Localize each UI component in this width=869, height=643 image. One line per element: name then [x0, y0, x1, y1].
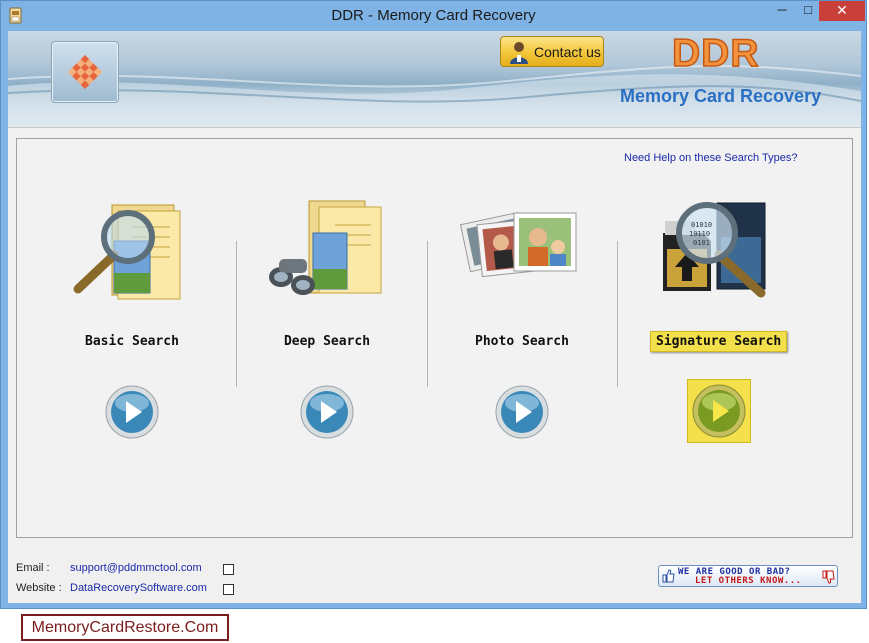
minimize-button[interactable]: ─: [769, 1, 795, 21]
title-bar[interactable]: DDR - Memory Card Recovery ─ □ ✕: [1, 1, 866, 31]
logo-button[interactable]: [51, 41, 119, 103]
magnifier-folder-icon: [73, 204, 181, 300]
photo-search-play-button[interactable]: [495, 385, 549, 439]
svg-text:0101: 0101: [693, 239, 710, 247]
basic-search-play-button[interactable]: [105, 385, 159, 439]
feedback-line2: LET OTHERS KNOW...: [695, 576, 802, 586]
binoculars-folder-icon: [269, 200, 382, 295]
feedback-button[interactable]: WE ARE GOOD OR BAD? LET OTHERS KNOW...: [658, 565, 838, 587]
person-icon: [510, 42, 528, 64]
maximize-button[interactable]: □: [795, 1, 821, 21]
signature-search-label[interactable]: Signature Search: [650, 331, 788, 352]
watermark: MemoryCardRestore.Com: [21, 614, 229, 641]
header-banner: Contact us DDR Memory Card Recovery: [8, 31, 861, 127]
email-link[interactable]: support@pddmmctool.com: [70, 562, 202, 574]
basic-search-label: Basic Search: [85, 334, 179, 349]
memory-card-magnifier-icon: 01010 10110 0101: [663, 202, 766, 298]
close-button[interactable]: ✕: [819, 1, 865, 21]
signature-search-play-button[interactable]: [687, 379, 751, 443]
play-icon: [692, 384, 746, 438]
option-basic-search: Basic Search: [32, 139, 232, 529]
client-area: Contact us DDR Memory Card Recovery Need…: [8, 31, 861, 603]
brand-logo-text: DDR: [671, 31, 760, 76]
external-link-icon[interactable]: [223, 564, 234, 575]
checkered-diamond-logo-icon: [68, 55, 102, 89]
contact-us-button[interactable]: Contact us: [500, 36, 604, 67]
window-title: DDR - Memory Card Recovery: [331, 7, 536, 24]
thumbs-down-icon: [822, 570, 835, 584]
photo-search-label: Photo Search: [475, 334, 569, 349]
option-deep-search: Deep Search: [227, 139, 427, 529]
header-divider: [8, 127, 861, 128]
app-window: DDR - Memory Card Recovery ─ □ ✕ Contact…: [0, 0, 867, 609]
option-photo-search: Photo Search: [422, 139, 622, 529]
deep-search-play-button[interactable]: [300, 385, 354, 439]
website-link[interactable]: DataRecoverySoftware.com: [70, 582, 207, 594]
svg-text:01010: 01010: [691, 221, 712, 229]
svg-text:10110: 10110: [689, 230, 710, 238]
option-signature-search: 01010 10110 0101 Signature Search: [617, 139, 817, 529]
search-type-panel: Need Help on these Search Types? Basic S…: [16, 138, 853, 538]
email-row: Email : support@pddmmctool.com: [16, 562, 256, 576]
deep-search-label: Deep Search: [283, 334, 371, 349]
website-row: Website : DataRecoverySoftware.com: [16, 582, 256, 596]
thumbs-up-icon: [662, 569, 675, 583]
product-name: Memory Card Recovery: [620, 86, 822, 106]
external-link-icon[interactable]: [223, 584, 234, 595]
website-label: Website :: [16, 582, 62, 594]
email-label: Email :: [16, 562, 50, 574]
photos-stack-icon: [460, 212, 577, 278]
contact-us-label: Contact us: [534, 44, 601, 60]
